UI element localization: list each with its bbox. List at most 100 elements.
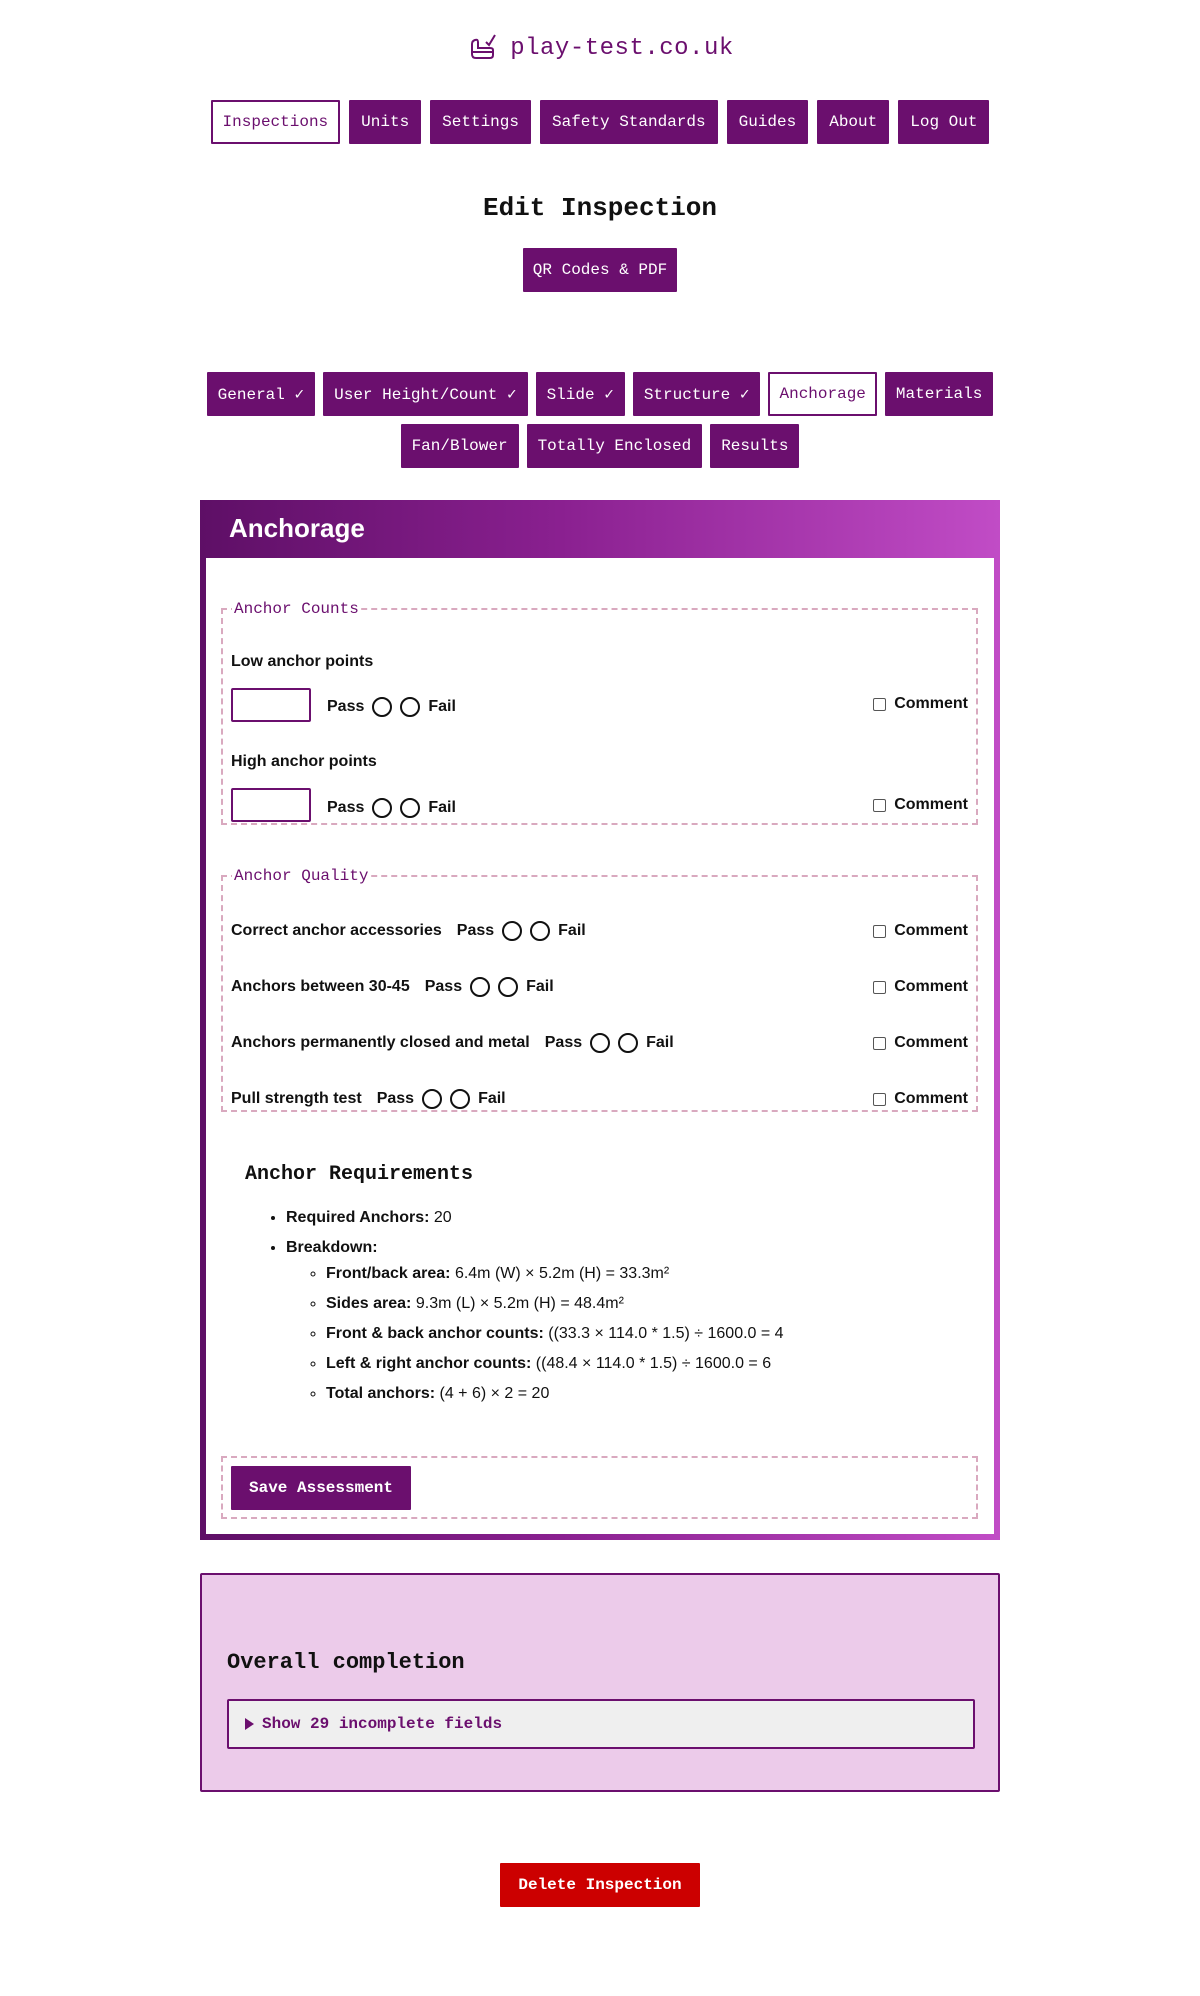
- high-anchor-pass-fail: Pass Fail: [327, 798, 456, 818]
- pass-radio[interactable]: [422, 1089, 443, 1109]
- nav-about[interactable]: About: [817, 100, 890, 144]
- pass-label: Pass: [456, 922, 495, 939]
- pass-fail-group: Pass Fail: [425, 977, 554, 997]
- required-anchors-label: Required Anchors:: [286, 1209, 430, 1226]
- site-name[interactable]: play-test.co.uk: [510, 35, 734, 62]
- low-anchor-pass-fail: Pass Fail: [327, 697, 456, 717]
- breakdown-item-label: Left & right anchor counts:: [326, 1355, 532, 1372]
- comment-label: Comment: [894, 922, 968, 939]
- nav-safety-standards[interactable]: Safety Standards: [539, 100, 718, 144]
- incomplete-fields-toggle[interactable]: Show 29 incomplete fields: [227, 1699, 975, 1749]
- comment-checkbox[interactable]: [873, 1092, 887, 1106]
- comment-label: Comment: [894, 1034, 968, 1051]
- completion-title: Overall completion: [227, 1650, 465, 1675]
- breakdown-left-right-counts: Left & right anchor counts: ((48.4 × 114…: [326, 1354, 784, 1374]
- pass-radio[interactable]: [502, 921, 523, 941]
- quality-row-closed-metal: Anchors permanently closed and metal Pas…: [231, 1033, 674, 1053]
- quality-label: Correct anchor accessories: [231, 922, 442, 939]
- comment-checkbox[interactable]: [873, 980, 887, 994]
- low-anchor-comment[interactable]: Comment: [873, 695, 968, 713]
- panel-title: Anchorage: [229, 513, 365, 543]
- quality-comment-closed-metal[interactable]: Comment: [873, 1034, 968, 1052]
- fail-label: Fail: [478, 1090, 506, 1107]
- quality-row-angle: Anchors between 30-45 Pass Fail: [231, 977, 554, 997]
- comment-checkbox[interactable]: [873, 697, 887, 711]
- breakdown-front-back-area: Front/back area: 6.4m (W) × 5.2m (H) = 3…: [326, 1264, 784, 1284]
- pass-radio[interactable]: [372, 697, 393, 717]
- pass-label: Pass: [544, 1034, 583, 1051]
- tab-anchorage[interactable]: Anchorage: [768, 372, 877, 416]
- pass-fail-group: Pass Fail: [377, 1089, 506, 1109]
- quality-comment-accessories[interactable]: Comment: [873, 922, 968, 940]
- section-tabs-row-1: General ✓ User Height/Count ✓ Slide ✓ St…: [0, 372, 1200, 416]
- main-nav: Inspections Units Settings Safety Standa…: [0, 100, 1200, 144]
- fail-radio[interactable]: [450, 1089, 471, 1109]
- pass-label: Pass: [376, 1090, 415, 1107]
- quality-comment-angle[interactable]: Comment: [873, 978, 968, 996]
- quality-comment-pull-strength[interactable]: Comment: [873, 1090, 968, 1108]
- tab-results[interactable]: Results: [710, 424, 800, 468]
- overall-completion: Overall completion Show 29 incomplete fi…: [200, 1573, 1000, 1792]
- quality-label: Anchors between 30-45: [231, 978, 410, 995]
- pass-radio[interactable]: [470, 977, 491, 997]
- save-assessment-button[interactable]: Save Assessment: [231, 1466, 411, 1510]
- tab-fan-blower[interactable]: Fan/Blower: [400, 424, 519, 468]
- tab-slide[interactable]: Slide ✓: [535, 372, 625, 416]
- bouncy-castle-logo-icon: [466, 30, 498, 67]
- pass-fail-group: Pass Fail: [545, 1033, 674, 1053]
- high-anchor-comment[interactable]: Comment: [873, 796, 968, 814]
- pass-label: Pass: [424, 978, 463, 995]
- breakdown-item-label: Sides area:: [326, 1295, 412, 1312]
- anchor-quality-fieldset: Anchor Quality Correct anchor accessorie…: [221, 867, 978, 1112]
- fail-radio[interactable]: [498, 977, 519, 997]
- breakdown-label: Breakdown:: [286, 1239, 378, 1256]
- low-anchor-input[interactable]: [231, 688, 311, 722]
- nav-log-out[interactable]: Log Out: [898, 100, 990, 144]
- delete-inspection-button[interactable]: Delete Inspection: [500, 1863, 700, 1907]
- required-anchors-value: 20: [433, 1209, 452, 1226]
- nav-inspections[interactable]: Inspections: [210, 100, 341, 144]
- fail-label: Fail: [646, 1034, 674, 1051]
- breakdown-item-label: Total anchors:: [326, 1385, 436, 1402]
- breakdown-list: Front/back area: 6.4m (W) × 5.2m (H) = 3…: [286, 1264, 784, 1404]
- tab-totally-enclosed[interactable]: Totally Enclosed: [526, 424, 703, 468]
- required-anchors-item: Required Anchors: 20: [286, 1208, 784, 1228]
- breakdown-item-value: ((48.4 × 114.0 * 1.5) ÷ 1600.0 = 6: [535, 1355, 772, 1372]
- site-header: play-test.co.uk: [0, 30, 1200, 67]
- nav-settings[interactable]: Settings: [430, 100, 531, 144]
- tab-materials[interactable]: Materials: [884, 372, 994, 416]
- comment-checkbox[interactable]: [873, 798, 887, 812]
- anchor-requirements-title: Anchor Requirements: [245, 1163, 474, 1186]
- high-anchor-label: High anchor points: [231, 753, 377, 770]
- pass-radio[interactable]: [372, 798, 393, 818]
- comment-checkbox[interactable]: [873, 924, 887, 938]
- breakdown-sides-area: Sides area: 9.3m (L) × 5.2m (H) = 48.4m²: [326, 1294, 784, 1314]
- fail-radio[interactable]: [530, 921, 551, 941]
- page-title: Edit Inspection: [482, 193, 718, 223]
- fail-radio[interactable]: [400, 697, 421, 717]
- tab-structure[interactable]: Structure ✓: [632, 372, 761, 416]
- comment-checkbox[interactable]: [873, 1036, 887, 1050]
- nav-units[interactable]: Units: [349, 100, 422, 144]
- fail-label: Fail: [558, 922, 586, 939]
- fail-radio[interactable]: [618, 1033, 639, 1053]
- nav-guides[interactable]: Guides: [726, 100, 809, 144]
- qr-codes-pdf-button[interactable]: QR Codes & PDF: [523, 248, 677, 292]
- anchor-quality-legend: Anchor Quality: [234, 867, 369, 885]
- breakdown-item-value: ((33.3 × 114.0 * 1.5) ÷ 1600.0 = 4: [548, 1325, 784, 1342]
- comment-label: Comment: [894, 796, 968, 813]
- tab-user-height-count[interactable]: User Height/Count ✓: [323, 372, 528, 416]
- breakdown-item-value: 9.3m (L) × 5.2m (H) = 48.4m²: [415, 1295, 624, 1312]
- quality-label: Pull strength test: [231, 1090, 362, 1107]
- disclosure-triangle-icon: [245, 1718, 254, 1730]
- fail-radio[interactable]: [400, 798, 421, 818]
- pass-fail-group: Pass Fail: [457, 921, 586, 941]
- tab-general[interactable]: General ✓: [206, 372, 316, 416]
- anchor-requirements-list: Required Anchors: 20 Breakdown: Front/ba…: [241, 1208, 784, 1414]
- save-fieldset: Save Assessment: [221, 1456, 978, 1519]
- pass-radio[interactable]: [590, 1033, 611, 1053]
- breakdown-item: Breakdown: Front/back area: 6.4m (W) × 5…: [286, 1238, 784, 1404]
- pass-label: Pass: [327, 698, 365, 715]
- incomplete-fields-summary: Show 29 incomplete fields: [262, 1715, 503, 1733]
- high-anchor-input[interactable]: [231, 788, 311, 822]
